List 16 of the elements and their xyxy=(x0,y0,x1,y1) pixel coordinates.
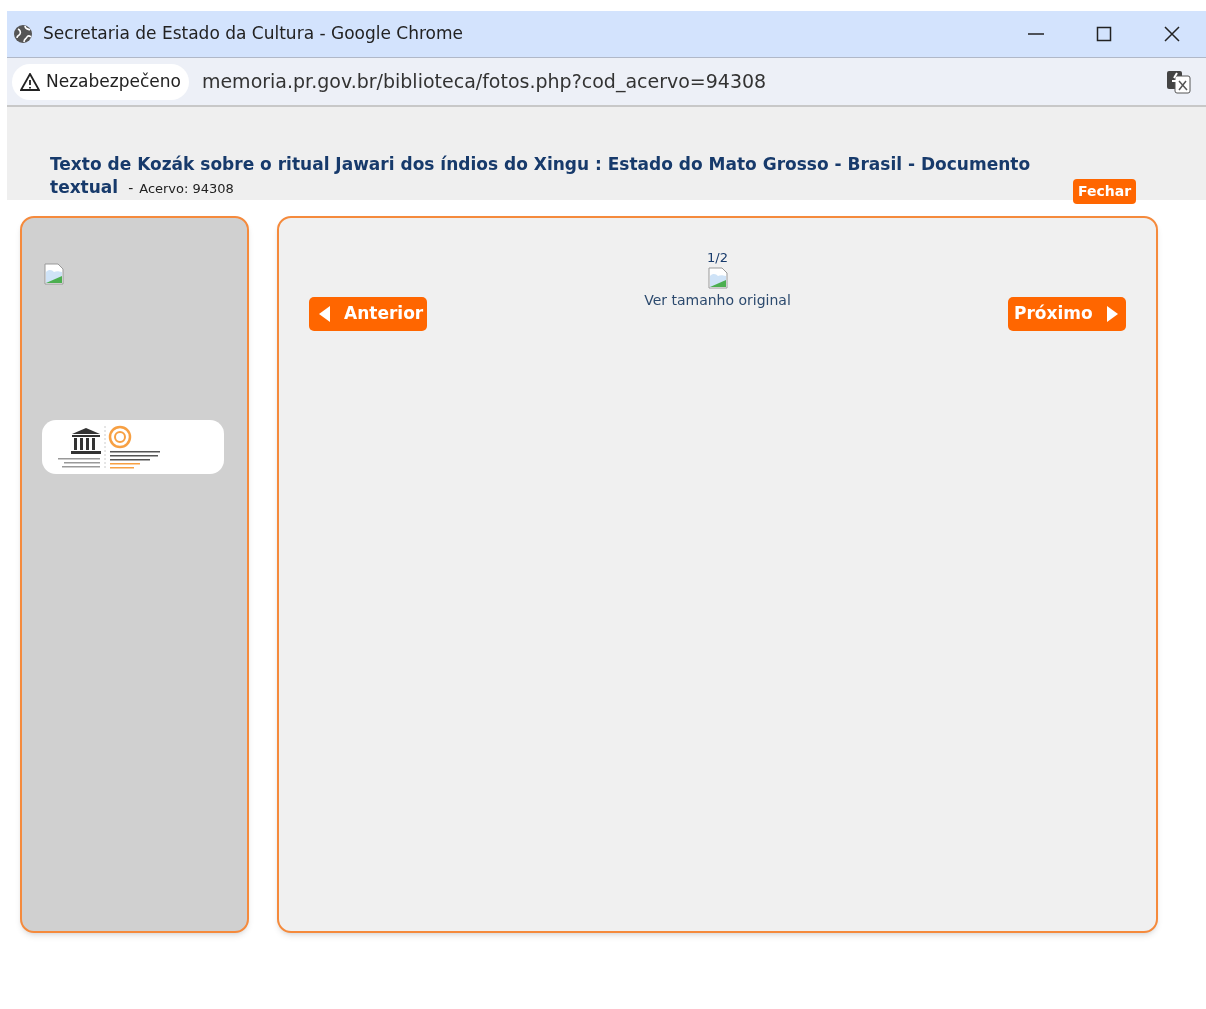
left-triangle-icon xyxy=(319,306,330,322)
close-icon xyxy=(1164,26,1180,42)
original-size-link[interactable]: Ver tamanho original xyxy=(644,290,791,310)
globe-icon xyxy=(13,24,33,44)
window-title: Secretaria de Estado da Cultura - Google Chrome xyxy=(43,22,464,46)
maximize-icon xyxy=(1096,26,1112,42)
warning-icon xyxy=(20,72,40,91)
url-text[interactable]: memoria.pr.gov.br/biblioteca/fotos.php?cod_acervo=94308 xyxy=(201,67,767,96)
broken-image-icon xyxy=(42,262,66,286)
minimize-icon xyxy=(1028,33,1044,35)
security-chip[interactable]: Nezabezpečeno xyxy=(12,63,189,100)
translate-icon[interactable] xyxy=(1166,68,1192,95)
page-counter: 1/2 xyxy=(707,250,728,266)
right-triangle-icon xyxy=(1106,306,1118,322)
broken-image-icon xyxy=(705,266,730,290)
document-title: Texto de Kozák sobre o ritual Jawari dos índios do Xingu : Estado do Mato Grosso - Brasil - Documento textual - Acervo: 94308 xyxy=(50,153,1032,199)
